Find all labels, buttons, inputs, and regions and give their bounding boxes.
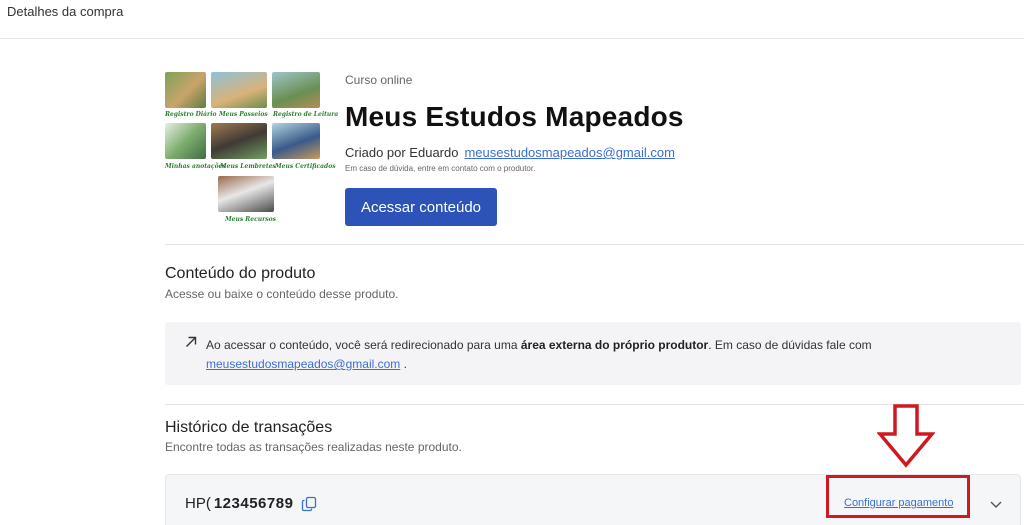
content-section-subtitle: Acesse ou baixe o conteúdo desse produto… <box>165 287 399 301</box>
transactions-section-subtitle: Encontre todas as transações realizadas … <box>165 440 462 454</box>
notice-text-part: . <box>403 357 407 371</box>
down-arrow-annotation-icon <box>877 404 935 468</box>
creator-name: Criado por Eduardo <box>345 145 459 160</box>
chevron-down-icon[interactable] <box>989 497 1003 511</box>
transaction-code-number: 123456789 <box>213 495 294 512</box>
thumbnail-tile <box>218 176 274 212</box>
notice-text-part: Ao acessar o conteúdo, você será redirec… <box>206 338 521 352</box>
thumbnail-caption: Registro de Leitura <box>273 111 339 118</box>
thumbnail-tile <box>165 72 206 108</box>
divider <box>165 244 1024 245</box>
course-type: Curso online <box>345 73 413 87</box>
creator-line: Criado por Eduardo meusestudosmapeados@gm… <box>345 145 675 160</box>
copy-icon[interactable] <box>301 496 317 512</box>
help-note: Em caso de dúvida, entre em contato com … <box>345 164 536 173</box>
thumbnail-tile <box>211 123 267 159</box>
external-link-icon <box>186 336 197 347</box>
access-content-button[interactable]: Acessar conteúdo <box>345 188 497 226</box>
thumbnail-caption: Registro Diário <box>165 111 217 118</box>
thumbnail-caption: Meus Certificados <box>275 163 336 170</box>
course-title: Meus Estudos Mapeados <box>345 101 684 132</box>
thumbnail-caption: Meus Lembretes <box>220 163 276 170</box>
thumbnail-tile <box>272 72 320 108</box>
thumbnail-caption: Minhas anotações <box>165 163 226 170</box>
transaction-code: HP(123456789 <box>185 495 317 512</box>
page-title: Detalhes da compra <box>7 4 124 19</box>
notice-text: Ao acessar o conteúdo, você será redirec… <box>206 336 1006 374</box>
creator-email-link[interactable]: meusestudosmapeados@gmail.com <box>464 145 674 160</box>
thumbnail-tile <box>165 123 206 159</box>
product-thumbnail: Registro Diário Meus Passeios Registro d… <box>165 72 338 228</box>
transactions-section-title: Histórico de transações <box>165 419 333 436</box>
highlight-box <box>826 475 970 518</box>
external-content-notice: Ao acessar o conteúdo, você será redirec… <box>165 322 1021 385</box>
notice-email-link[interactable]: meusestudosmapeados@gmail.com <box>206 357 400 371</box>
top-bar: Detalhes da compra <box>0 0 1024 39</box>
thumbnail-tile <box>211 72 267 108</box>
transaction-code-prefix: HP( <box>185 495 211 512</box>
thumbnail-caption: Meus Recursos <box>225 216 277 223</box>
thumbnail-caption: Meus Passeios <box>219 111 268 118</box>
notice-bold-text: área externa do próprio produtor <box>520 338 709 352</box>
content-section-title: Conteúdo do produto <box>165 265 316 282</box>
notice-text-part: . Em caso de dúvidas fale com <box>708 338 872 352</box>
thumbnail-tile <box>272 123 320 159</box>
